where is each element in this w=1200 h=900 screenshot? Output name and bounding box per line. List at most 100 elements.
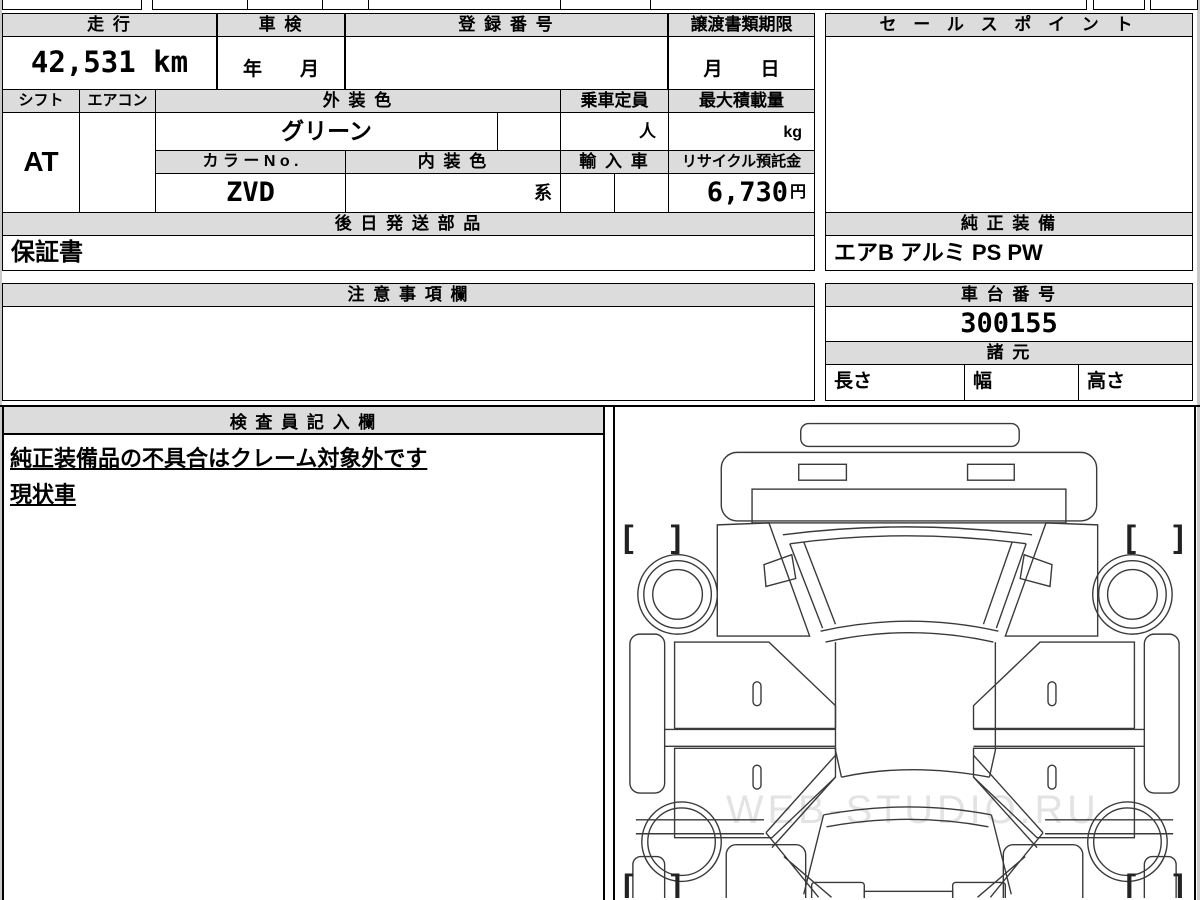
auction-sheet: 走 行 車 検 登 録 番 号 譲渡書類期限 42,531 km 年 月 月 日… (0, 0, 1200, 900)
exterior-color-sub-cell (497, 112, 561, 151)
front-panel (720, 451, 1098, 522)
wheel-front-right-rim (1097, 559, 1167, 629)
belt-line-left (664, 728, 836, 748)
genuine-equipment-value: エアB アルミ PS PW (825, 235, 1193, 271)
aircon-value (79, 112, 156, 213)
belt-line-right (973, 728, 1145, 748)
hood-panel (751, 488, 1067, 524)
later-parts-header: 後 日 発 送 部 品 (2, 212, 815, 236)
a-pillar-left (789, 543, 824, 629)
max-load-unit: kg (783, 124, 802, 142)
transfer-deadline-header: 譲渡書類期限 (668, 13, 815, 37)
capacity-header-label: 乗車定員 (580, 90, 649, 110)
roof-side-left (834, 642, 843, 778)
recycle-deposit-header-label: リサイクル預託金 (681, 152, 802, 170)
capacity-header: 乗車定員 (560, 89, 669, 113)
spec-width-cell: 幅 (964, 364, 1079, 401)
front-bumper (800, 422, 1020, 448)
registration-header-label: 登 録 番 号 (458, 14, 555, 34)
rear-quarter-right (1002, 843, 1084, 900)
chassis-no-value: 300155 (825, 306, 1193, 342)
bracket-icon: ] (671, 867, 682, 898)
watermark-text: WEB-STUDIO.RU (726, 788, 1100, 832)
color-no-header: カ ラ ー N o . (155, 150, 346, 174)
sill-left (629, 633, 666, 794)
color-no-header-label: カ ラ ー N o . (202, 153, 299, 171)
shift-header-label: シフト (18, 91, 64, 109)
mileage-header-label: 走 行 (87, 14, 132, 34)
max-load-value: kg (668, 112, 815, 151)
a-pillar-right-inner (982, 541, 1013, 625)
inspector-line: 現状車 (10, 482, 77, 507)
interior-color-header-label: 内 装 色 (417, 151, 489, 171)
top-strip-cell (322, 0, 369, 10)
specs-header: 諸 元 (825, 341, 1193, 365)
capacity-unit: 人 (639, 122, 656, 142)
shift-value: AT (2, 112, 80, 213)
a-pillar-left-inner (803, 541, 837, 625)
inspector-content: 純正装備品の不具合はクレーム対象外です 現状車 (4, 435, 603, 517)
mileage-value-text: 42,531 km (30, 45, 189, 80)
exterior-color-value: グリーン (155, 112, 498, 151)
mileage-header: 走 行 (2, 13, 217, 37)
rear-bumper-center (863, 890, 954, 900)
wheel-front-left (637, 553, 718, 635)
rear-quarter-left (725, 843, 807, 900)
bracket-icon: [ (1125, 867, 1136, 898)
recycle-deposit-value: 6,730 円 (668, 173, 815, 213)
shift-header: シフト (2, 89, 80, 113)
top-strip-cell (152, 0, 248, 10)
registration-header: 登 録 番 号 (345, 13, 668, 37)
inspection-header: 車 検 (217, 13, 345, 37)
bracket-icon: ] (671, 519, 682, 555)
windshield-base (782, 526, 1033, 536)
shift-value-text: AT (23, 146, 59, 178)
top-strip-cell (2, 0, 142, 10)
chassis-no-value-text: 300155 (960, 308, 1058, 340)
top-strip-cell (1150, 0, 1198, 10)
inspection-header-label: 車 検 (258, 14, 304, 34)
front-fender-right (1004, 522, 1099, 637)
transfer-deadline-value-text: 月 日 (703, 59, 780, 81)
capacity-value: 人 (560, 112, 669, 151)
notes-header-label: 注 意 事 項 欄 (347, 284, 470, 304)
interior-color-header: 内 装 色 (345, 150, 561, 174)
rear-sill-left (632, 855, 666, 900)
notes-value (2, 306, 815, 401)
door-handle-front-right (1047, 681, 1057, 707)
exterior-color-header: 外 装 色 (155, 89, 561, 113)
sales-point-value (825, 36, 1193, 213)
spec-length-label: 長さ (834, 371, 873, 393)
interior-color-suffix: 系 (534, 183, 552, 204)
door-handle-rear-left (752, 764, 762, 790)
spec-length-cell: 長さ (825, 364, 965, 401)
genuine-equipment-header: 純 正 装 備 (825, 212, 1193, 236)
spec-width-label: 幅 (973, 371, 993, 393)
inspector-line: 純正装備品の不具合はクレーム対象外です (10, 446, 428, 471)
top-strip-cell (560, 0, 651, 10)
import-car-header: 輸 入 車 (560, 150, 669, 174)
sales-point-header-label: セ ー ル ス ポ イ ン ト (879, 14, 1139, 34)
door-handle-rear-right (1047, 764, 1057, 790)
top-strip-cell (650, 0, 1087, 10)
specs-header-label: 諸 元 (986, 342, 1032, 362)
genuine-equipment-header-label: 純 正 装 備 (960, 213, 1058, 233)
headlight-left (798, 463, 848, 481)
chassis-no-header: 車 台 番 号 (825, 283, 1193, 307)
door-handle-front-left (752, 681, 762, 707)
roof-side-right (988, 642, 997, 778)
max-load-header: 最大積載量 (668, 89, 815, 113)
roof-front-edge (820, 620, 999, 632)
a-pillar-right (995, 543, 1027, 629)
import-car-cell-1 (560, 173, 615, 213)
spec-height-cell: 高さ (1078, 364, 1193, 401)
inspector-header-label: 検 査 員 記 入 欄 (229, 412, 378, 432)
wheel-front-left-hub (652, 568, 704, 620)
bracket-icon: [ (623, 867, 634, 898)
front-fender-left (716, 522, 811, 637)
inspection-value-text: 年 月 (242, 59, 319, 81)
top-strip-cell (247, 0, 323, 10)
bracket-icon: [ (1125, 519, 1136, 555)
wheel-rear-left (641, 801, 722, 883)
wheel-rear-right-rim (1092, 807, 1162, 877)
